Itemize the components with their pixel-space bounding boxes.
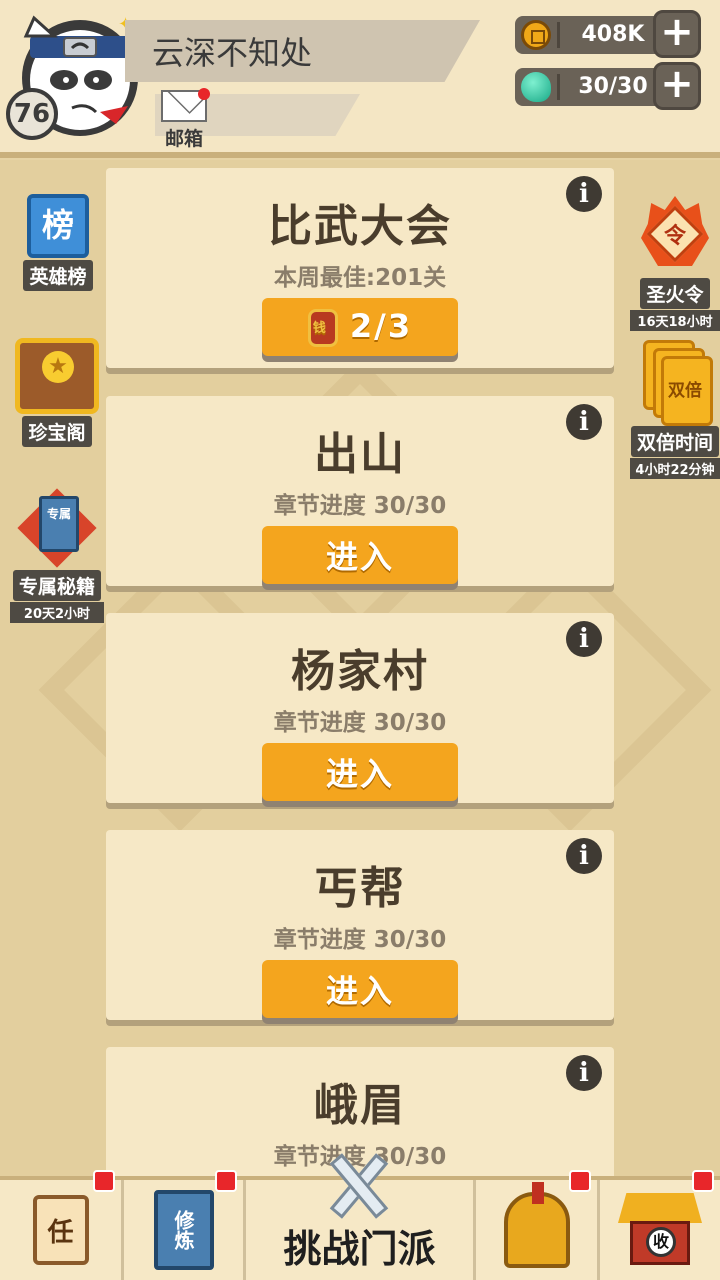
divider [557, 74, 560, 100]
hero-ranking-label: 英雄榜 [23, 260, 93, 291]
exclusive-manual-button[interactable]: 专属 专属秘籍 20天2小时 [10, 488, 104, 623]
training-book-icon: 修炼 [153, 1190, 214, 1270]
level-badge: 76 [6, 88, 58, 140]
stage-title: 峨眉 [314, 1080, 406, 1131]
helmet-icon [503, 1182, 570, 1268]
gem-resource: 30/30 + [515, 62, 701, 110]
exclusive-manual-label: 专属秘籍 [12, 570, 101, 601]
stage-title: 比武大会 [268, 201, 452, 252]
double-glyph: 双倍 [668, 381, 702, 401]
stage-subtitle: 章节进度 30/30 [273, 493, 447, 519]
attempts-count: 2/3 [349, 307, 413, 345]
double-cards-icon: 双倍 [635, 338, 715, 426]
stage-subtitle: 章节进度 30/30 [273, 927, 447, 953]
info-icon[interactable]: i [566, 176, 602, 212]
coin-value: 408K [581, 22, 645, 47]
add-coin-button[interactable]: + [653, 10, 701, 58]
nav-tasks[interactable]: 任 [0, 1170, 124, 1280]
double-time-button[interactable]: 双倍 双倍时间 4小时22分钟 [630, 338, 720, 479]
token-glyph: 令 [663, 224, 686, 249]
info-icon[interactable]: i [566, 838, 602, 874]
notification-dot [93, 1170, 115, 1192]
add-gem-button[interactable]: + [653, 62, 701, 110]
hero-ranking-button[interactable]: 榜 英雄榜 [14, 194, 102, 291]
double-time-timer: 4小时22分钟 [630, 458, 720, 479]
ticket-icon [307, 309, 338, 347]
notification-dot [692, 1170, 714, 1192]
unread-dot [198, 88, 210, 100]
stage-card-yangjiacun: i 杨家村 章节进度 30/30 进入 [106, 613, 614, 803]
enter-button[interactable]: 进入 [262, 743, 458, 801]
bottom-nav: 任 修炼 挑战门派 收 [0, 1153, 720, 1280]
holy-fire-label: 圣火令 [640, 278, 710, 309]
task-scroll-icon: 任 [32, 1195, 89, 1265]
nav-challenge-sect[interactable]: 挑战门派 [246, 1153, 476, 1280]
exclusive-manual-timer: 20天2小时 [10, 602, 104, 623]
holy-fire-timer: 16天18小时 [630, 310, 720, 331]
enter-button[interactable]: 进入 [262, 526, 458, 584]
nav-training[interactable]: 修炼 [124, 1170, 246, 1280]
treasure-chest-icon [15, 338, 99, 414]
tournament-attempts-button[interactable]: 2/3 [262, 298, 458, 356]
holy-fire-token-button[interactable]: 令 圣火令 16天18小时 [630, 196, 720, 331]
treasure-pavilion-label: 珍宝阁 [22, 416, 92, 447]
stage-title: 出山 [314, 429, 406, 480]
notification-dot [569, 1170, 591, 1192]
mailbox-button[interactable]: 邮箱 [158, 88, 210, 150]
shop-roof [618, 1193, 702, 1223]
pavilion-shop-icon: 收 [618, 1193, 702, 1267]
ranking-scroll-icon: 榜 [27, 194, 89, 258]
notification-dot [215, 1170, 237, 1192]
player-name: 云深不知处 [152, 34, 313, 72]
enter-button[interactable]: 进入 [262, 960, 458, 1018]
info-icon[interactable]: i [566, 621, 602, 657]
stage-subtitle: 章节进度 30/30 [273, 710, 447, 736]
spirit-gem-icon [521, 72, 551, 102]
coin-icon [521, 20, 551, 50]
manual-book-icon: 专属 [17, 488, 97, 568]
info-icon[interactable]: i [566, 1055, 602, 1091]
info-icon[interactable]: i [566, 404, 602, 440]
gem-value: 30/30 [578, 74, 648, 99]
stage-card-chushan: i 出山 章节进度 30/30 进入 [106, 396, 614, 586]
coin-resource: 408K + [515, 10, 701, 58]
double-time-label: 双倍时间 [630, 426, 719, 457]
stage-title: 丐帮 [314, 863, 406, 914]
crossed-swords-icon [321, 1150, 399, 1220]
mailbox-label: 邮箱 [164, 128, 203, 150]
holy-fire-icon: 令 [637, 196, 713, 276]
stage-title: 杨家村 [291, 646, 429, 697]
book-cover: 专属 [39, 496, 79, 552]
stage-card-gaibang: i 丐帮 章节进度 30/30 进入 [106, 830, 614, 1020]
challenge-sect-label: 挑战门派 [283, 1226, 436, 1271]
top-header: ✦ 76 云深不知处 邮箱 408K + 30/30 + [0, 0, 720, 158]
nav-equipment[interactable] [476, 1170, 600, 1280]
nav-collect[interactable]: 收 [600, 1170, 720, 1280]
treasure-pavilion-button[interactable]: 珍宝阁 [12, 338, 102, 447]
divider [557, 22, 560, 48]
collect-sign: 收 [646, 1227, 676, 1257]
stage-subtitle: 本周最佳:201关 [273, 265, 447, 291]
stage-card-tournament: i 比武大会 本周最佳:201关 2/3 [106, 168, 614, 368]
